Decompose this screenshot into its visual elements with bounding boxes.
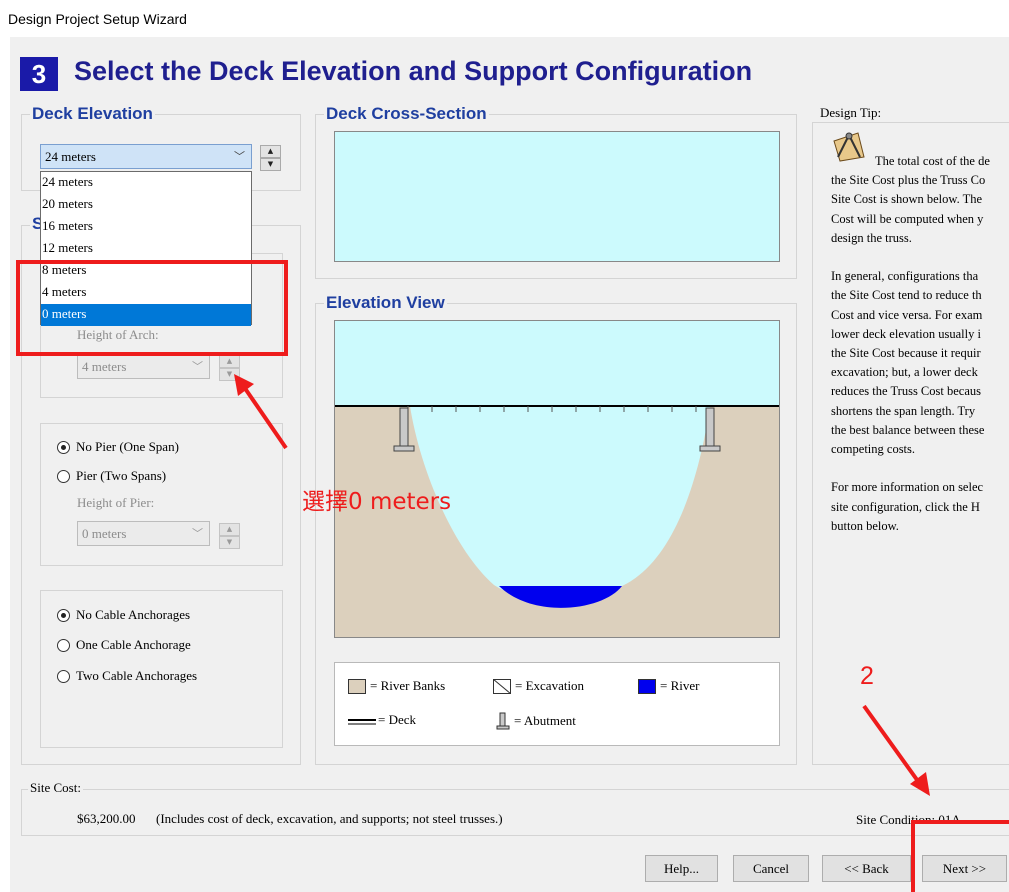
- tip-line: For more information on selec: [831, 480, 984, 495]
- tip-line: Cost and vice versa. For exam: [831, 307, 983, 322]
- tip-line: [831, 248, 1009, 267]
- tip-line: the Site Cost because it requir: [831, 346, 981, 361]
- annotation-arrow-1: [234, 374, 288, 450]
- chevron-down-icon: ﹀: [192, 527, 203, 540]
- radio-two-cable[interactable]: Two Cable Anchorages: [57, 665, 197, 687]
- annotation-instruction: 選擇0 meters: [302, 489, 452, 515]
- tip-line: shortens the span length. Try: [831, 403, 976, 418]
- chevron-down-icon: ﹀: [192, 360, 203, 373]
- legend-river-banks-label: = River Banks: [370, 678, 446, 693]
- annotation-arrow-2: [862, 704, 930, 796]
- pier-height-label: Height of Pier:: [77, 495, 155, 510]
- spin-up-icon[interactable]: ▲: [260, 145, 281, 158]
- radio-unchecked-icon: [57, 669, 70, 683]
- radio-pier-two-spans-label: Pier (Two Spans): [76, 468, 167, 483]
- tip-line: the Site Cost tend to reduce th: [831, 288, 982, 303]
- site-cost-label: Site Cost:: [28, 780, 83, 796]
- arch-height-select[interactable]: 4 meters ﹀: [77, 354, 210, 379]
- tip-line: the best balance between these: [831, 422, 985, 437]
- legend-panel: [334, 662, 780, 746]
- elevation-view-canvas: [334, 320, 780, 638]
- spin-up-icon[interactable]: ▲: [219, 355, 240, 368]
- dropdown-option[interactable]: 20 meters: [41, 194, 251, 216]
- page-title: Select the Deck Elevation and Support Co…: [74, 56, 753, 86]
- tip-line: design the truss.: [831, 230, 912, 245]
- design-tip-text: The total cost of the de the Site Cost p…: [831, 152, 1009, 536]
- arch-height-value: 4 meters: [82, 359, 127, 374]
- tip-line: competing costs.: [831, 442, 916, 457]
- tip-line: Site Cost is shown below. The: [831, 192, 983, 207]
- tip-line: site configuration, click the H: [831, 499, 980, 514]
- deck-elevation-selected: 24 meters: [45, 149, 96, 164]
- abutment-symbol-icon: [496, 712, 510, 730]
- excavation-swatch: [493, 678, 511, 694]
- annotation-next-box: [911, 820, 1009, 892]
- pier-height-spinner[interactable]: ▲ ▼: [219, 523, 240, 550]
- pier-height-value: 0 meters: [82, 526, 127, 541]
- tip-line: reduces the Truss Cost becaus: [831, 384, 981, 399]
- site-cost-value: $63,200.00: [77, 811, 136, 826]
- dropdown-option[interactable]: 16 meters: [41, 216, 251, 238]
- legend-abutment-label: = Abutment: [514, 713, 576, 728]
- site-cost-note: (Includes cost of deck, excavation, and …: [156, 811, 503, 826]
- radio-pier-two-spans[interactable]: Pier (Two Spans): [57, 465, 166, 487]
- radio-unchecked-icon: [57, 638, 70, 652]
- radio-no-pier[interactable]: No Pier (One Span): [57, 436, 179, 458]
- spin-up-icon[interactable]: ▲: [219, 523, 240, 536]
- annotation-highlight-box: [16, 260, 288, 356]
- legend-abutment: = Abutment: [496, 712, 576, 730]
- deck-elevation-select[interactable]: 24 meters ﹀: [40, 144, 252, 169]
- legend-river: = River: [638, 678, 699, 694]
- window-title: Design Project Setup Wizard: [8, 11, 187, 27]
- radio-checked-icon: [57, 608, 70, 622]
- radio-one-cable[interactable]: One Cable Anchorage: [57, 634, 191, 656]
- radio-unchecked-icon: [57, 469, 70, 483]
- river-swatch: [638, 678, 656, 694]
- back-button[interactable]: << Back: [822, 855, 911, 882]
- radio-no-cable[interactable]: No Cable Anchorages: [57, 604, 190, 626]
- deck-elevation-spinner[interactable]: ▲ ▼: [260, 145, 281, 172]
- elevation-view-title: Elevation View: [324, 293, 447, 313]
- legend-river-label: = River: [660, 678, 700, 693]
- tip-line: excavation; but, a lower deck: [831, 365, 978, 380]
- design-tip-label: Design Tip:: [820, 105, 882, 120]
- tip-line: Cost will be computed when y: [831, 211, 984, 226]
- legend-river-banks: = River Banks: [348, 678, 445, 694]
- tip-line: lower deck elevation usually i: [831, 326, 981, 341]
- tip-line: [831, 459, 1009, 478]
- legend-excavation: = Excavation: [493, 678, 584, 694]
- window-titlebar: Design Project Setup Wizard: [0, 0, 1009, 36]
- tip-line: the Site Cost plus the Truss Co: [831, 173, 986, 188]
- dropdown-option[interactable]: 24 meters: [41, 172, 251, 194]
- help-button[interactable]: Help...: [645, 855, 718, 882]
- spin-down-icon[interactable]: ▼: [219, 536, 240, 549]
- spin-down-icon[interactable]: ▼: [260, 158, 281, 171]
- deck-elevation-title: Deck Elevation: [30, 104, 155, 124]
- cancel-button[interactable]: Cancel: [733, 855, 809, 882]
- radio-no-pier-label: No Pier (One Span): [76, 439, 179, 454]
- tip-line: The total cost of the de: [875, 154, 990, 168]
- deck-symbol-icon: [348, 718, 376, 724]
- deck-cross-section-canvas: [334, 131, 780, 262]
- legend-excavation-label: = Excavation: [515, 678, 585, 693]
- legend-deck-label: = Deck: [378, 712, 417, 727]
- pier-height-select[interactable]: 0 meters ﹀: [77, 521, 210, 546]
- radio-no-cable-label: No Cable Anchorages: [76, 607, 191, 622]
- radio-one-cable-label: One Cable Anchorage: [76, 637, 191, 652]
- legend-deck: = Deck: [348, 712, 416, 728]
- chevron-down-icon: ﹀: [234, 150, 245, 163]
- river-banks-swatch: [348, 678, 366, 694]
- dropdown-option[interactable]: 12 meters: [41, 238, 251, 260]
- tip-line: In general, configurations tha: [831, 269, 979, 284]
- step-number-badge: 3: [20, 57, 58, 91]
- deck-cross-section-title: Deck Cross-Section: [324, 104, 489, 124]
- annotation-step-number: 2: [860, 662, 874, 690]
- tip-line: button below.: [831, 518, 899, 533]
- radio-two-cable-label: Two Cable Anchorages: [76, 668, 198, 683]
- radio-checked-icon: [57, 440, 70, 454]
